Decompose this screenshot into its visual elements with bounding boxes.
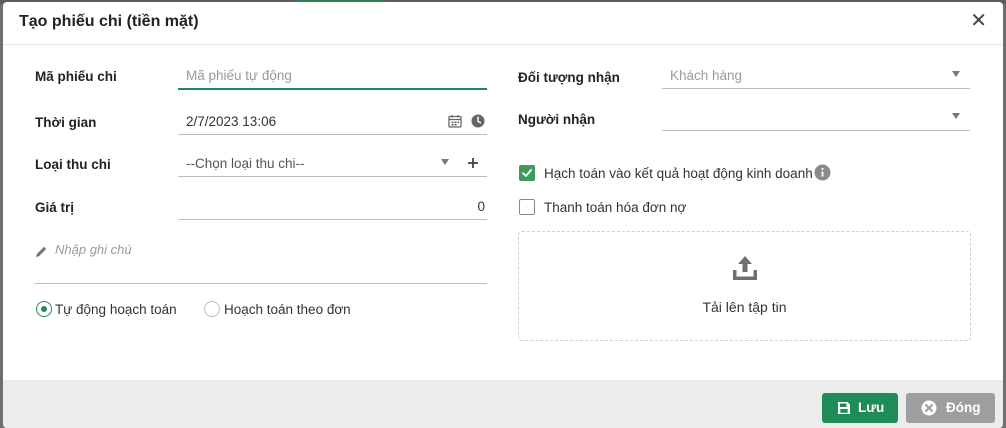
- clock-icon[interactable]: [471, 114, 485, 128]
- upload-icon: [733, 256, 757, 280]
- time-label: Thời gian: [35, 115, 97, 130]
- expense-type-label: Loại thu chi: [35, 157, 111, 172]
- note-input[interactable]: Nhập ghi chú: [35, 242, 487, 284]
- calendar-icon[interactable]: [448, 114, 462, 128]
- radio-auto-accounting[interactable]: [36, 301, 52, 317]
- dialog-title: Tạo phiếu chi (tiền mặt): [19, 13, 199, 30]
- recipient-type-label: Đối tượng nhận: [518, 70, 620, 85]
- create-expense-dialog: Tạo phiếu chi (tiền mặt) ✕ Mã phiếu chi …: [3, 2, 1003, 428]
- recipient-type-select[interactable]: Khách hàng: [662, 64, 970, 89]
- chevron-down-icon: [952, 113, 960, 119]
- recipient-type-placeholder: Khách hàng: [670, 68, 743, 83]
- pay-debt-checkbox[interactable]: [519, 199, 535, 215]
- receipt-code-label: Mã phiếu chi: [35, 69, 117, 84]
- amount-input[interactable]: 0: [178, 195, 487, 220]
- close-button[interactable]: Đóng: [906, 393, 995, 423]
- receipt-code-input[interactable]: Mã phiếu tự động: [178, 64, 487, 90]
- radio-auto-accounting-label: Tự động hoạch toán: [55, 302, 177, 317]
- dialog-header: Tạo phiếu chi (tiền mặt) ✕: [3, 2, 1003, 45]
- receipt-code-placeholder: Mã phiếu tự động: [186, 68, 292, 83]
- expense-type-placeholder: --Chọn loại thu chi--: [186, 156, 305, 171]
- pencil-icon: [36, 246, 47, 257]
- pay-debt-label: Thanh toán hóa đơn nợ: [544, 200, 687, 215]
- radio-order-accounting[interactable]: [204, 301, 220, 317]
- close-button-label: Đóng: [946, 400, 981, 415]
- amount-label: Giá trị: [35, 200, 75, 215]
- time-value: 2/7/2023 13:06: [186, 114, 277, 129]
- time-input[interactable]: 2/7/2023 13:06: [178, 110, 487, 135]
- save-button[interactable]: Lưu: [822, 393, 898, 423]
- check-icon: [522, 169, 532, 177]
- note-placeholder: Nhập ghi chú: [55, 242, 132, 257]
- expense-type-select[interactable]: --Chọn loại thu chi--: [178, 152, 487, 177]
- upload-label: Tải lên tập tin: [702, 299, 787, 315]
- file-upload-area[interactable]: Tải lên tập tin: [518, 231, 971, 341]
- business-results-label: Hạch toán vào kết quả hoạt động kinh doa…: [544, 166, 813, 181]
- close-icon[interactable]: ✕: [970, 11, 987, 31]
- info-icon[interactable]: [814, 164, 831, 181]
- amount-value: 0: [477, 199, 485, 214]
- recipient-select[interactable]: [662, 106, 970, 131]
- save-button-label: Lưu: [858, 400, 885, 415]
- chevron-down-icon: [952, 71, 960, 77]
- plus-icon[interactable]: [467, 157, 479, 169]
- chevron-down-icon: [441, 159, 449, 165]
- close-circle-icon: [921, 400, 937, 416]
- radio-order-accounting-label: Hoạch toán theo đơn: [224, 302, 351, 317]
- business-results-checkbox[interactable]: [519, 165, 535, 181]
- floppy-disk-icon: [838, 402, 850, 414]
- recipient-label: Người nhận: [518, 112, 596, 127]
- dialog-footer: Lưu Đóng: [3, 380, 1003, 428]
